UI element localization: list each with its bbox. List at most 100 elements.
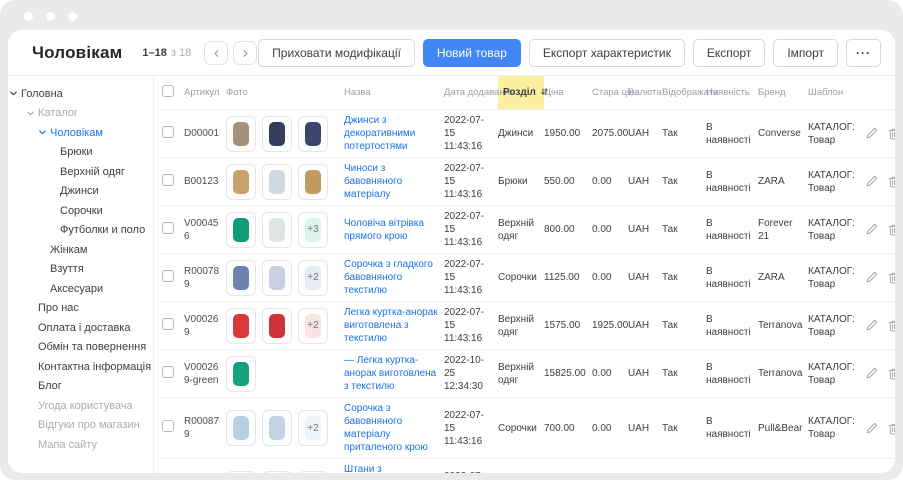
sidebar-item[interactable]: Контактна інформація [8, 357, 153, 377]
product-photo[interactable] [226, 164, 256, 200]
product-name-link[interactable]: Чиноси з бавовняного матеріалу [344, 162, 440, 201]
product-sku: V000269 [184, 302, 226, 350]
sidebar-item-label: Брюки [60, 146, 93, 158]
sidebar-item[interactable]: Головна [8, 84, 153, 104]
sidebar-item[interactable]: Жінкам [8, 240, 153, 260]
new-product-button[interactable]: Новий товар [423, 39, 521, 67]
more-actions-button[interactable]: ··· [846, 39, 881, 67]
product-photo[interactable] [226, 471, 256, 473]
date-added-cell: 2022-07-1511:43:16 [444, 459, 498, 474]
delete-button[interactable] [888, 127, 895, 140]
edit-button[interactable] [866, 127, 878, 140]
product-photos [226, 116, 340, 152]
product-name-link[interactable]: Сорочка з бавовняного матеріалу притален… [344, 402, 440, 454]
sidebar-item[interactable]: Мапа сайту [8, 435, 153, 455]
sidebar-item[interactable]: Чоловікам [8, 123, 153, 143]
delete-button[interactable] [888, 223, 895, 236]
sidebar-item[interactable]: Футболки и поло [8, 221, 153, 241]
product-photo[interactable] [262, 308, 292, 344]
product-photo[interactable] [226, 356, 256, 392]
sidebar-item[interactable]: Угода користувача [8, 396, 153, 416]
product-photo[interactable] [262, 164, 292, 200]
row-checkbox[interactable] [162, 174, 174, 186]
row-checkbox[interactable] [162, 222, 174, 234]
product-photo[interactable]: +2 [298, 260, 328, 296]
product-photo[interactable]: +2 [298, 308, 328, 344]
column-header-label: Назва [344, 87, 371, 98]
product-photos: +2 [226, 308, 340, 344]
edit-button[interactable] [866, 319, 878, 332]
import-button[interactable]: Імпорт [773, 39, 838, 67]
edit-button[interactable] [866, 422, 878, 435]
export-button[interactable]: Експорт [693, 39, 765, 67]
product-photo[interactable] [262, 410, 292, 446]
export-characteristics-button[interactable]: Експорт характеристик [529, 39, 685, 67]
sidebar-item[interactable]: Джинси [8, 182, 153, 202]
sidebar-item[interactable]: Відгуки про магазин [8, 416, 153, 436]
date-added-date: 2022-10-25 [444, 354, 494, 380]
product-photo[interactable] [226, 116, 256, 152]
product-brand: ZARA [758, 158, 808, 206]
sidebar-item[interactable]: Про нас [8, 299, 153, 319]
select-all-checkbox[interactable] [162, 85, 174, 97]
product-name-link[interactable]: — Легка куртка-анорак виготовлена з текс… [344, 354, 440, 393]
date-added-time: 11:43:16 [444, 435, 494, 448]
table-row: V000456+3Чоловіча вітрівка прямого крою2… [162, 206, 895, 254]
edit-button[interactable] [866, 367, 878, 380]
product-name-link[interactable]: Легка куртка-анорак виготовлена з тексти… [344, 306, 440, 345]
product-photo[interactable] [262, 116, 292, 152]
chevron-down-icon [38, 128, 50, 137]
sidebar-item[interactable]: Обмін та повернення [8, 338, 153, 358]
sidebar-item[interactable]: Взуття [8, 260, 153, 280]
product-photo[interactable] [226, 410, 256, 446]
delete-button[interactable] [888, 175, 895, 188]
delete-button[interactable] [888, 422, 895, 435]
row-checkbox[interactable] [162, 420, 174, 432]
row-select-cell [162, 459, 184, 474]
hide-modifications-button[interactable]: Приховати модифікації [258, 39, 415, 67]
column-header[interactable]: Розділ [498, 76, 544, 110]
product-photo[interactable]: +2 [298, 410, 328, 446]
product-photo[interactable] [226, 212, 256, 248]
edit-button[interactable] [866, 175, 878, 188]
date-added-time: 11:43:16 [444, 236, 494, 249]
product-photo[interactable] [298, 116, 328, 152]
sidebar-item[interactable]: Аксесуари [8, 279, 153, 299]
product-name-link[interactable]: Чоловіча вітрівка прямого крою [344, 217, 440, 243]
row-checkbox[interactable] [162, 126, 174, 138]
edit-button[interactable] [866, 271, 878, 284]
product-name-link[interactable]: Сорочка з гладкого бавовняного текстилю [344, 258, 440, 297]
prev-page-button[interactable] [204, 41, 228, 65]
product-name-cell: Сорочка з гладкого бавовняного текстилю [344, 254, 444, 302]
column-header-label: Артикул [184, 87, 219, 98]
edit-button[interactable] [866, 223, 878, 236]
sidebar-item[interactable]: Оплата і доставка [8, 318, 153, 338]
product-photo[interactable] [262, 212, 292, 248]
main-area: ГоловнаКаталогЧоловікам Брюки Верхній одяг… [8, 76, 895, 473]
product-photo[interactable] [226, 260, 256, 296]
row-checkbox[interactable] [162, 366, 174, 378]
sidebar-item[interactable]: Верхній одяг [8, 162, 153, 182]
product-photo[interactable] [262, 260, 292, 296]
product-photo[interactable] [226, 308, 256, 344]
product-name-link[interactable]: Джинси з декоративними потертостями [344, 114, 440, 153]
next-page-button[interactable] [233, 41, 257, 65]
sidebar-item[interactable]: Каталог [8, 104, 153, 124]
page-header: Чоловікам 1–18 з 18 Приховати модифікаці… [8, 30, 895, 76]
row-checkbox[interactable] [162, 270, 174, 282]
product-sku: D00001 [184, 110, 226, 158]
product-photo[interactable] [262, 471, 292, 473]
delete-button[interactable] [888, 271, 895, 284]
product-name-link[interactable]: Штани з бавовняного матеріалу прямого кр… [344, 463, 440, 473]
product-name-cell: Штани з бавовняного матеріалу прямого кр… [344, 459, 444, 474]
sidebar-item[interactable]: Брюки [8, 143, 153, 163]
product-photo[interactable] [298, 164, 328, 200]
delete-button[interactable] [888, 367, 895, 380]
delete-button[interactable] [888, 319, 895, 332]
sidebar-item[interactable]: Сорочки [8, 201, 153, 221]
sidebar-item[interactable]: Блог [8, 377, 153, 397]
row-checkbox[interactable] [162, 318, 174, 330]
product-photo[interactable]: +3 [298, 212, 328, 248]
product-photos-cell: +2 [226, 254, 344, 302]
product-photo[interactable]: +2 [298, 471, 328, 473]
